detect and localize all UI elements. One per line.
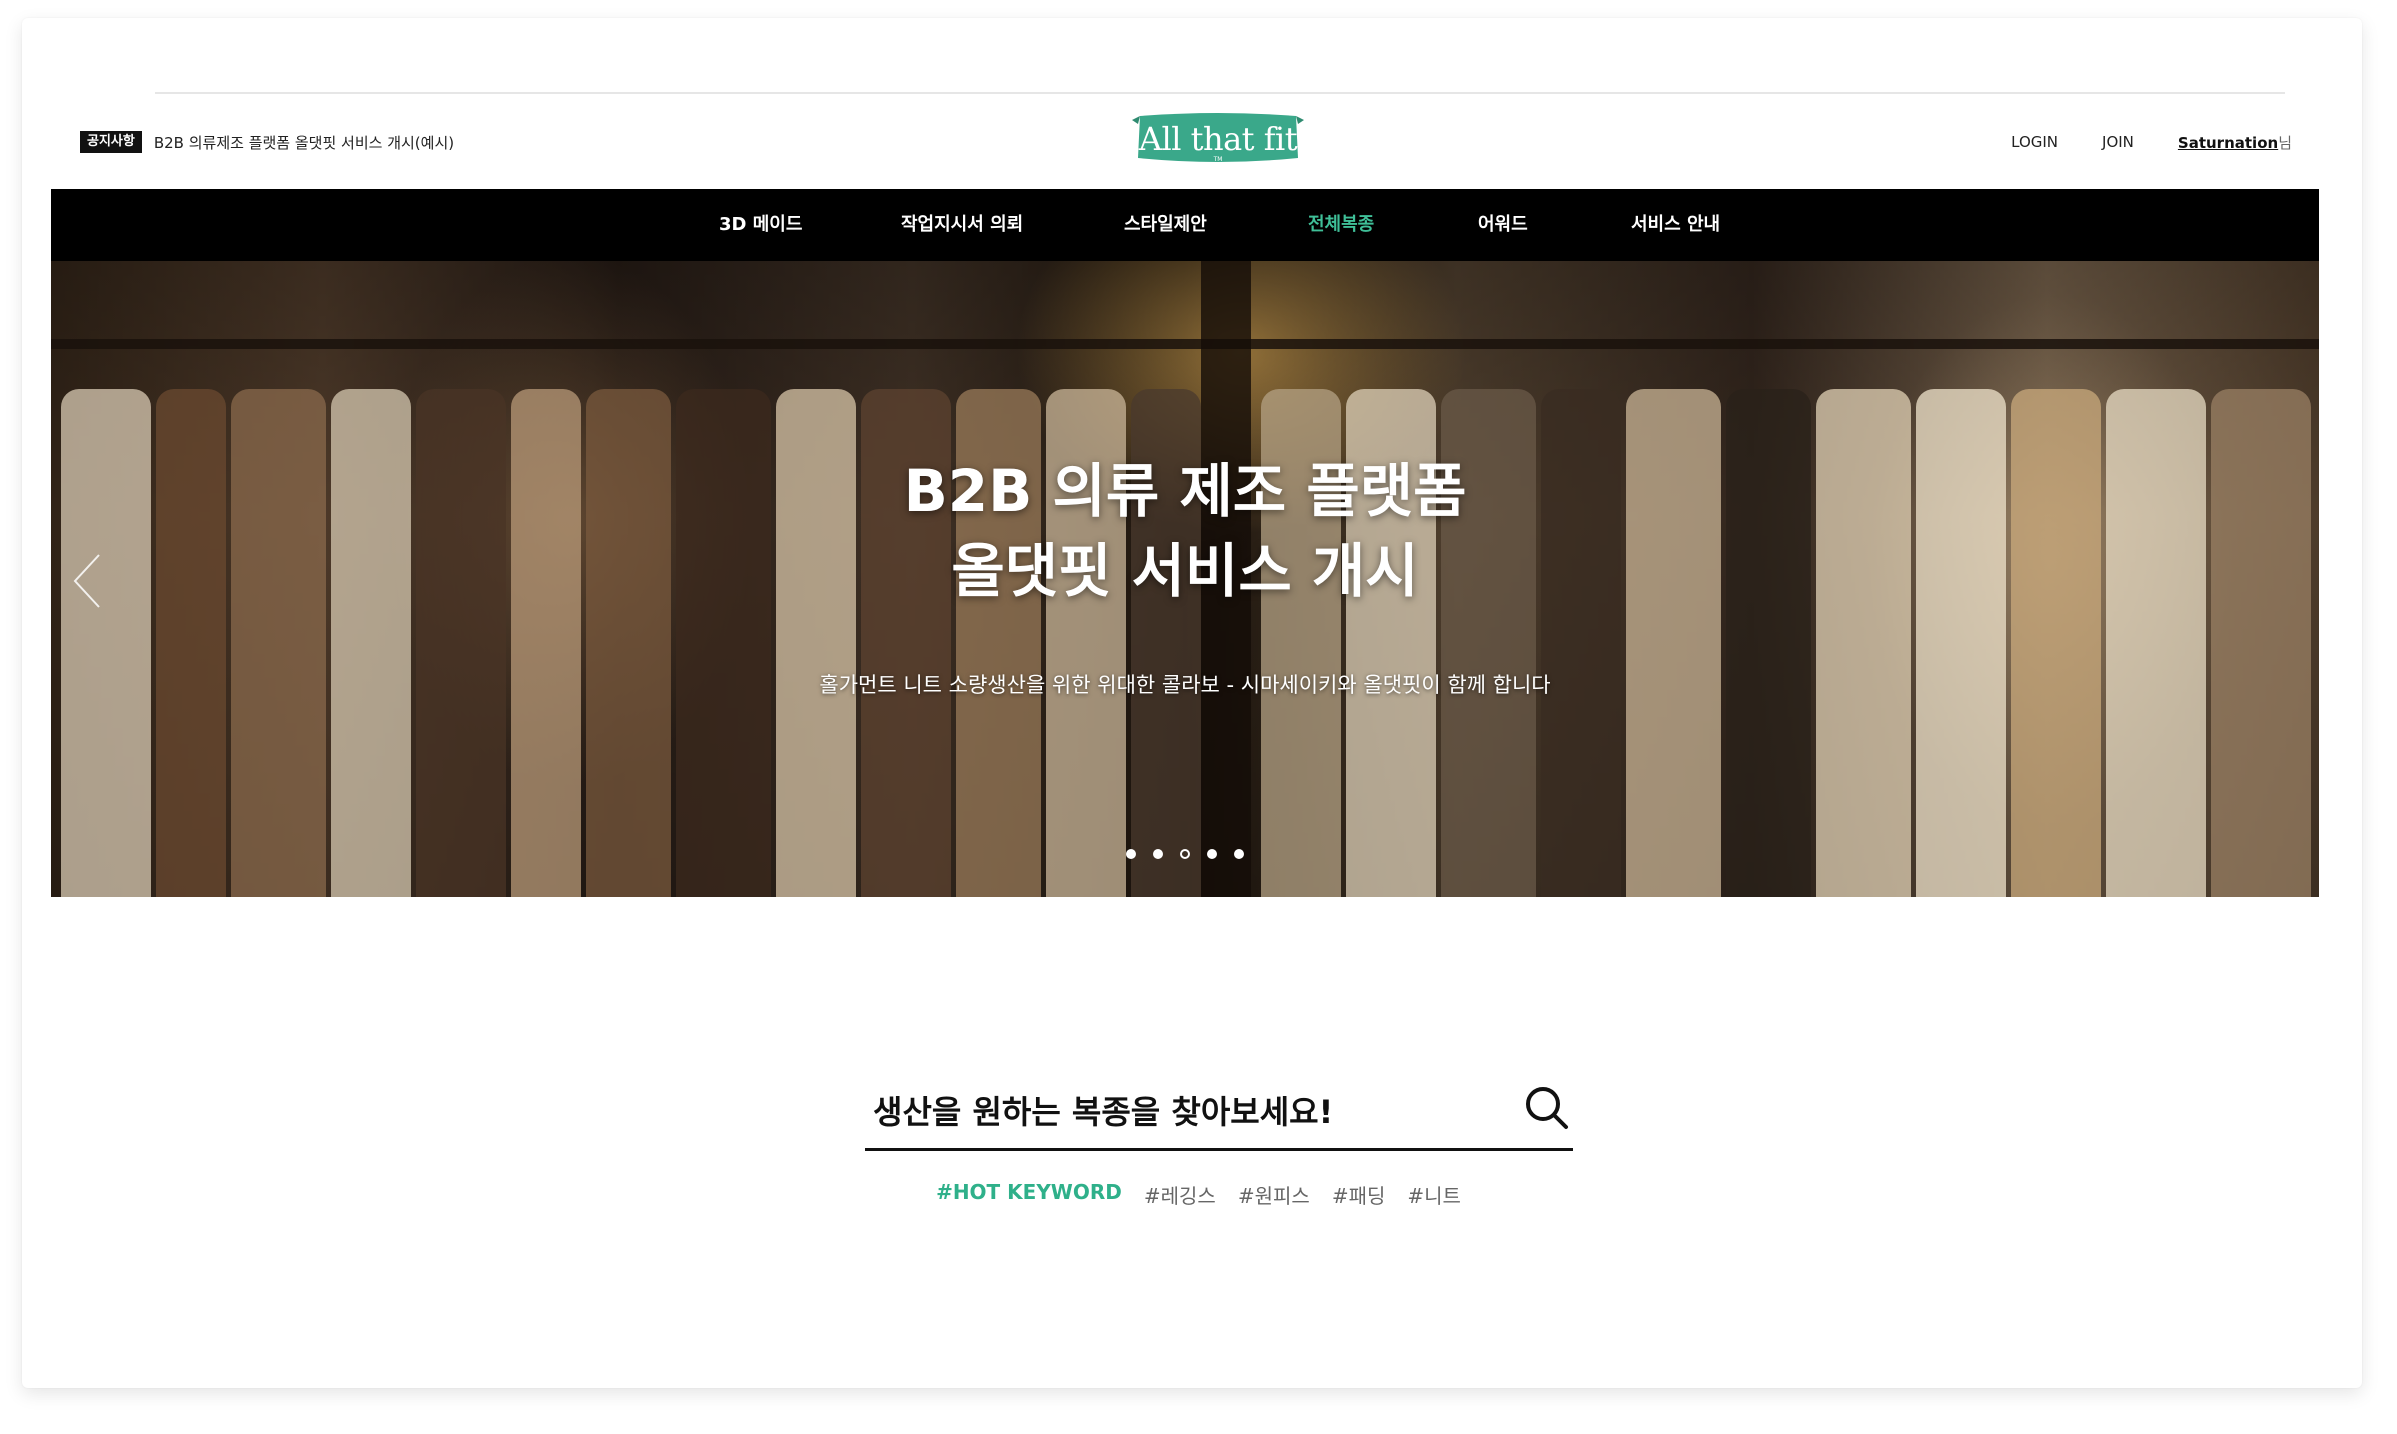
- hero-title-line-2: 올댓핏 서비스 개시: [951, 537, 1419, 605]
- logo-text: All that fit: [1138, 120, 1298, 158]
- user-greeting[interactable]: Saturnation님: [2178, 132, 2292, 153]
- user-suffix: 님: [2278, 133, 2292, 152]
- hero-banner[interactable]: B2B 의류 제조 플랫폼 올댓핏 서비스 개시 홀가먼트 니트 소량생산을 위…: [51, 261, 2319, 897]
- search-bar: [865, 1072, 1573, 1151]
- search-input[interactable]: [871, 1086, 1475, 1138]
- nav-items: 3D 메이드 작업지시서 의뢰 스타일제안 전체복종 어워드 서비스 안내: [51, 189, 2319, 261]
- keyword-tag[interactable]: #원피스: [1238, 1180, 1310, 1209]
- keyword-tag[interactable]: #레깅스: [1144, 1180, 1216, 1209]
- slider-dot[interactable]: [1126, 849, 1136, 859]
- logo-tm: TM: [1213, 156, 1223, 163]
- search-icon[interactable]: [1523, 1084, 1571, 1132]
- slider-dot-active[interactable]: [1180, 849, 1190, 859]
- nav-item-all-categories[interactable]: 전체복종: [1308, 189, 1374, 261]
- main-nav: 3D 메이드 작업지시서 의뢰 스타일제안 전체복종 어워드 서비스 안내: [51, 189, 2319, 261]
- hero-title-line-1: B2B 의류 제조 플랫폼: [903, 457, 1467, 525]
- slider-dot[interactable]: [1153, 849, 1163, 859]
- notice-badge: 공지사항: [80, 131, 142, 153]
- clothing-rail: [51, 339, 2319, 349]
- user-links: LOGIN JOIN Saturnation님: [2011, 132, 2292, 152]
- site-logo[interactable]: All that fit TM: [1132, 112, 1304, 170]
- slider-pagination: [51, 849, 2319, 859]
- hot-keywords: #HOT KEYWORD #레깅스 #원피스 #패딩 #니트: [0, 1180, 2397, 1209]
- top-divider: [155, 92, 2285, 94]
- user-name[interactable]: Saturnation: [2178, 134, 2278, 152]
- nav-item-3d-made[interactable]: 3D 메이드: [719, 189, 802, 261]
- notice-bar[interactable]: 공지사항 B2B 의류제조 플랫폼 올댓핏 서비스 개시(예시): [80, 131, 454, 153]
- login-link[interactable]: LOGIN: [2011, 133, 2058, 151]
- hero-title: B2B 의류 제조 플랫폼 올댓핏 서비스 개시: [51, 451, 2319, 611]
- hero-background-image: [51, 349, 2319, 897]
- notice-text[interactable]: B2B 의류제조 플랫폼 올댓핏 서비스 개시(예시): [154, 132, 454, 153]
- hero-subtitle: 홀가먼트 니트 소량생산을 위한 위대한 콜라보 - 시마세이키와 올댓핏이 함…: [819, 673, 1551, 697]
- nav-item-work-order[interactable]: 작업지시서 의뢰: [901, 189, 1023, 261]
- chevron-left-icon[interactable]: [69, 551, 105, 611]
- keyword-tag[interactable]: #패딩: [1332, 1180, 1386, 1209]
- nav-item-service-guide[interactable]: 서비스 안내: [1631, 189, 1720, 261]
- keyword-tag[interactable]: #니트: [1407, 1180, 1461, 1209]
- slider-dot[interactable]: [1234, 849, 1244, 859]
- slider-dot[interactable]: [1207, 849, 1217, 859]
- nav-item-style-proposal[interactable]: 스타일제안: [1124, 189, 1207, 261]
- hot-keyword-label: #HOT KEYWORD: [936, 1180, 1122, 1204]
- join-link[interactable]: JOIN: [2102, 133, 2134, 151]
- nav-item-award[interactable]: 어워드: [1478, 189, 1528, 261]
